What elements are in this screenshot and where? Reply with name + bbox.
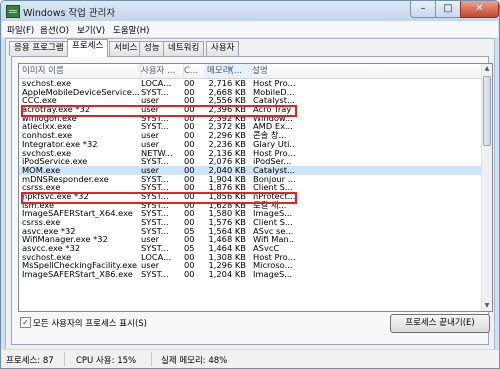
tab-services[interactable]: 서비스 — [109, 41, 143, 56]
title-bar[interactable]: Windows 작업 관리자 – □ ✕ — [1, 1, 499, 21]
task-manager-icon — [6, 5, 20, 18]
menu-view[interactable]: 보기(V) — [77, 24, 105, 36]
status-process-count: 프로세스: 87 — [6, 356, 54, 366]
menu-options[interactable]: 옵션(O) — [40, 24, 69, 36]
status-physical-memory: 실제 메모리: 48% — [161, 356, 228, 366]
process-list[interactable]: 이미지 이름 사용자 ... C... ▼ 메모리(... 설명 svchost… — [18, 63, 493, 312]
menu-bar: 파일(F) 옵션(O) 보기(V) 도움말(H) — [2, 21, 498, 38]
show-all-label: 모든 사용자의 프로세스 표시(S) — [33, 319, 147, 329]
processes-panel: 이미지 이름 사용자 ... C... ▼ 메모리(... 설명 svchost… — [11, 56, 493, 345]
status-separator — [151, 352, 152, 366]
scroll-down-arrow-icon[interactable]: ▼ — [482, 301, 492, 311]
end-process-button[interactable]: 프로세스 끝내기(E) — [390, 314, 490, 333]
status-bar: 프로세스: 87 CPU 사용: 15% 실제 메모리: 48% — [1, 349, 499, 368]
minimize-button[interactable]: – — [410, 1, 436, 18]
tab-networking[interactable]: 네트워킹 — [163, 41, 205, 56]
process-image-name: ImageSAFERStart_X86.exe — [22, 269, 133, 280]
menu-help[interactable]: 도움말(H) — [113, 24, 149, 36]
menu-file[interactable]: 파일(F) — [7, 24, 34, 36]
vertical-scrollbar[interactable]: ▲ ▼ — [481, 64, 492, 311]
process-rows: svchost.exe LOCA... 00 2,716 KB Host Pro... A… — [19, 78, 482, 280]
close-button[interactable]: ✕ — [460, 1, 499, 18]
scrollbar-thumb[interactable] — [483, 76, 491, 146]
scroll-up-arrow-icon[interactable]: ▲ — [482, 64, 492, 74]
column-memory-label: 메모리(... — [207, 66, 242, 76]
process-cpu: 00 — [184, 269, 195, 280]
tab-applications[interactable]: 응용 프로그램 — [9, 41, 69, 56]
column-header: 이미지 이름 사용자 ... C... ▼ 메모리(... 설명 — [19, 64, 482, 79]
sort-arrow-icon: ▼ — [227, 66, 233, 73]
status-cpu-usage: CPU 사용: 15% — [76, 356, 137, 366]
tab-performance[interactable]: 성능 — [139, 41, 165, 56]
process-memory: 1,204 KB — [208, 269, 246, 280]
window-title: Windows 작업 관리자 — [23, 8, 116, 19]
column-memory[interactable]: ▼ 메모리(... — [204, 64, 252, 78]
tab-users[interactable]: 사용자 — [206, 41, 240, 56]
maximize-button[interactable]: □ — [435, 1, 461, 18]
process-description: ImageS... — [253, 269, 293, 280]
tab-processes[interactable]: 프로세스 — [67, 39, 109, 57]
status-separator — [64, 352, 65, 366]
process-row[interactable]: ImageSAFERStart_X86.exe SYST... 00 1,204 KB… — [19, 269, 482, 280]
column-user-name[interactable]: 사용자 ... — [138, 64, 184, 78]
column-image-name[interactable]: 이미지 이름 — [19, 64, 141, 78]
process-user: SYST... — [141, 269, 169, 280]
column-description[interactable]: 설명 — [249, 64, 482, 78]
task-manager-window: Windows 작업 관리자 – □ ✕ 파일(F) 옵션(O) 보기(V) 도… — [0, 0, 500, 369]
show-all-checkbox[interactable]: ✓ — [20, 317, 31, 328]
task-manager-body: 응용 프로그램 프로세스 서비스 성능 네트워킹 사용자 이미지 이름 사용자 … — [5, 38, 495, 350]
